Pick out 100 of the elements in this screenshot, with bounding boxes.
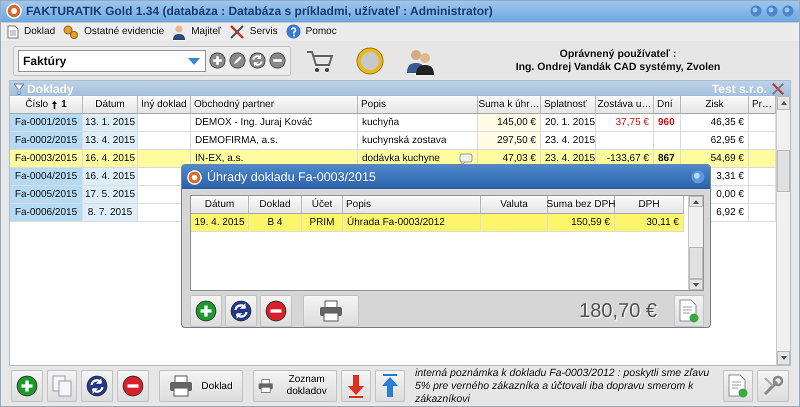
scroll-up-icon[interactable] <box>693 200 699 204</box>
table-cell <box>749 150 776 168</box>
table-cell: 13. 4. 2015 <box>83 132 138 150</box>
scroll-down-icon[interactable] <box>780 356 786 360</box>
table-cell: 19. 4. 2015 <box>191 214 249 232</box>
column-header[interactable]: Valuta <box>481 196 548 214</box>
table-cell: PRIM <box>302 214 343 232</box>
column-header[interactable]: Suma k úhr… <box>478 96 541 114</box>
wrench-icon <box>762 375 784 398</box>
download-button[interactable] <box>341 370 371 402</box>
column-header[interactable]: Doklad <box>249 196 302 214</box>
column-header[interactable]: Dátum <box>83 96 138 114</box>
table-cell: Fa-0001/2015 <box>10 114 83 132</box>
menu-item[interactable]: Pomoc <box>286 24 337 40</box>
licensed-user-label: Oprávnený používateľ : <box>560 48 676 61</box>
column-header[interactable]: Účet <box>302 196 343 214</box>
table-cell <box>138 114 191 132</box>
document-type-dropdown[interactable]: Faktúry <box>18 50 206 72</box>
edit-button[interactable] <box>229 52 246 70</box>
scrollbar[interactable] <box>688 196 703 290</box>
column-header[interactable]: Popis <box>358 96 478 114</box>
payments-total: 180,70 € <box>579 300 657 322</box>
delete-button[interactable] <box>260 295 292 327</box>
scroll-thumb[interactable] <box>689 247 703 279</box>
print-button[interactable] <box>303 295 359 327</box>
table-cell: 46,35 € <box>681 114 749 132</box>
app-logo-icon <box>187 170 202 184</box>
table-cell: 20. 1. 2015 <box>541 114 596 132</box>
table-cell: 13. 1. 2015 <box>83 114 138 132</box>
dialog-title: Úhrady dokladu Fa-0003/2015 <box>207 170 376 184</box>
column-header[interactable]: Dní <box>654 96 681 114</box>
table-cell: Fa-0005/2015 <box>10 186 83 204</box>
help-icon <box>286 24 301 40</box>
menu-item[interactable]: Ostatné evidencie <box>63 24 164 39</box>
refresh-button[interactable] <box>249 52 266 70</box>
print-list-button[interactable]: Zoznam dokladov <box>253 370 337 402</box>
table-cell: 150,59 € <box>548 214 615 232</box>
column-header[interactable]: Obchodný partner <box>191 96 358 114</box>
scroll-thumb[interactable] <box>777 150 790 192</box>
column-header[interactable]: Číslo 1 <box>10 96 83 114</box>
gears-icon <box>63 24 80 39</box>
dropdown-arrow-icon <box>187 56 201 66</box>
minus-icon <box>265 300 287 322</box>
pencil-icon <box>229 52 246 70</box>
tools-icon <box>228 24 245 40</box>
down-arrow-icon <box>347 374 365 398</box>
column-header[interactable]: Splatnosť <box>541 96 596 114</box>
column-header[interactable]: Popis <box>343 196 481 214</box>
menu-item[interactable]: Majiteľ <box>172 24 221 40</box>
table-cell: 16. 4. 2015 <box>83 150 138 168</box>
table-cell: 30,11 € <box>615 214 684 232</box>
internal-note: interná poznámka k dokladu Fa-0003/2012 : poskytli sme zľavu 5% pre verného zákazníka a účtovali iba dopravu smerom k zákazníkovi <box>415 366 710 406</box>
close-icon[interactable] <box>691 170 705 184</box>
table-cell: Fa-0004/2015 <box>10 168 83 186</box>
scroll-up-icon[interactable] <box>780 101 786 106</box>
refresh-icon <box>249 52 266 70</box>
delete-button[interactable] <box>117 370 149 402</box>
menu-item[interactable]: Servis <box>228 24 278 40</box>
person-icon <box>172 24 186 40</box>
table-cell: Fa-0003/2015 <box>10 150 83 168</box>
refresh-icon <box>86 375 108 398</box>
printer-icon <box>169 375 194 398</box>
up-arrow-icon <box>381 374 399 398</box>
document-check-button[interactable] <box>674 295 704 327</box>
column-header[interactable]: Suma bez DPH <box>548 196 615 214</box>
tools-button[interactable] <box>757 370 789 402</box>
filter-icon <box>14 82 24 95</box>
app-logo-icon <box>6 3 22 20</box>
upload-button[interactable] <box>375 370 405 402</box>
column-header[interactable]: Zostáva u… <box>596 96 654 114</box>
note-icon[interactable] <box>459 152 473 165</box>
tools-icon[interactable] <box>770 82 786 96</box>
column-header[interactable]: Zisk <box>681 96 749 114</box>
refresh-icon <box>230 300 252 322</box>
table-cell: 297,50 € <box>478 132 541 150</box>
sort-indicator: 1 <box>61 99 67 110</box>
table-cell <box>481 214 548 232</box>
add-button[interactable] <box>209 52 226 70</box>
sort-arrow-icon <box>52 100 58 109</box>
column-header[interactable]: DPH <box>615 196 684 214</box>
licensed-user-name: Ing. Ondrej Vandák CAD systémy, Zvolen <box>516 60 720 74</box>
document-check-button[interactable] <box>723 370 753 402</box>
print-document-button[interactable]: Doklad <box>159 370 243 402</box>
remove-button[interactable] <box>269 52 286 70</box>
table-cell: DEMOX - Ing. Juraj Kováč <box>191 114 358 132</box>
company-name: Test s.r.o. <box>712 82 767 96</box>
column-header[interactable]: Dátum <box>191 196 249 214</box>
window-title: FAKTURATIK Gold 1.34 (databáza : Databáza s príkladmi, užívateľ : Administrator) <box>26 4 493 18</box>
minus-icon <box>269 52 286 70</box>
plus-icon <box>16 375 38 398</box>
column-header[interactable]: Iný doklad <box>138 96 191 114</box>
scroll-down-icon[interactable] <box>693 282 699 286</box>
copy-icon <box>52 375 72 398</box>
scrollbar[interactable] <box>776 96 790 366</box>
table-cell: 145,00 € <box>478 114 541 132</box>
column-header[interactable]: Pr… <box>749 96 776 114</box>
menu-item[interactable]: Doklad <box>7 24 56 39</box>
table-cell: B 4 <box>249 214 302 232</box>
table-cell: 17. 5. 2015 <box>83 186 138 204</box>
minus-icon <box>122 375 144 398</box>
